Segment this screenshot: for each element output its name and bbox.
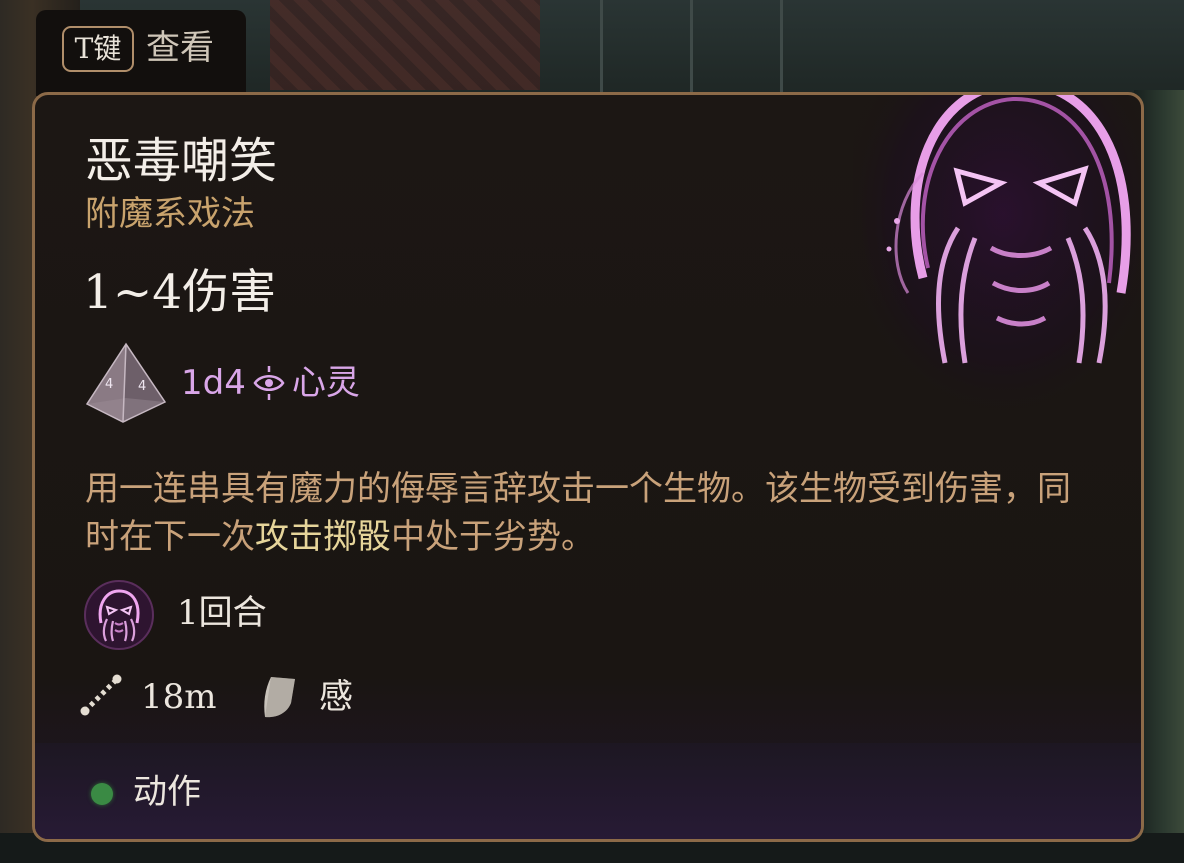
action-dot-icon (91, 783, 113, 805)
attack-roll-keyword[interactable]: 攻击掷骰 (255, 517, 391, 557)
psychic-icon (253, 366, 285, 400)
action-type: 动作 (133, 772, 201, 812)
background-window-frame (600, 0, 603, 95)
damage-type: 心灵 (291, 363, 360, 403)
range-text: 18m (141, 677, 217, 717)
action-cost-bar: 动作 (35, 743, 1141, 839)
spell-description: 用一连串具有魔力的侮辱言辞攻击一个生物。该生物受到伤害，同时在下一次攻击掷骰中处… (85, 465, 1095, 561)
vicious-mockery-portrait-icon (853, 95, 1141, 423)
damage-range: 1~4伤害 (83, 265, 277, 320)
hotkey-hint[interactable]: T键 查看 (36, 10, 246, 96)
hotkey-key-badge[interactable]: T键 (62, 26, 134, 72)
background-window-frame (780, 0, 783, 95)
range-ruler-icon (80, 674, 122, 716)
spell-school: 附魔系戏法 (85, 194, 255, 234)
d4-dice-icon: 4 4 (85, 342, 167, 423)
spell-tooltip: 恶毒嘲笑 附魔系戏法 1~4伤害 4 4 1d4 心灵 用一连串具有魔力的侮辱言… (32, 92, 1144, 842)
background-banner (270, 0, 540, 90)
spell-name: 恶毒嘲笑 (85, 133, 278, 189)
saving-throw-text: 感 (319, 677, 353, 717)
damage-dice-row: 1d4 心灵 (181, 361, 360, 405)
mockery-condition-icon[interactable] (83, 579, 155, 651)
svg-text:4: 4 (105, 377, 113, 392)
shield-save-icon (264, 677, 295, 718)
background-window-frame (690, 0, 693, 95)
description-text: 中处于劣势。 (391, 517, 595, 557)
damage-dice: 1d4 (181, 363, 246, 403)
duration-text: 1回合 (177, 593, 267, 633)
svg-text:4: 4 (138, 379, 146, 394)
hotkey-label: 查看 (146, 28, 214, 68)
